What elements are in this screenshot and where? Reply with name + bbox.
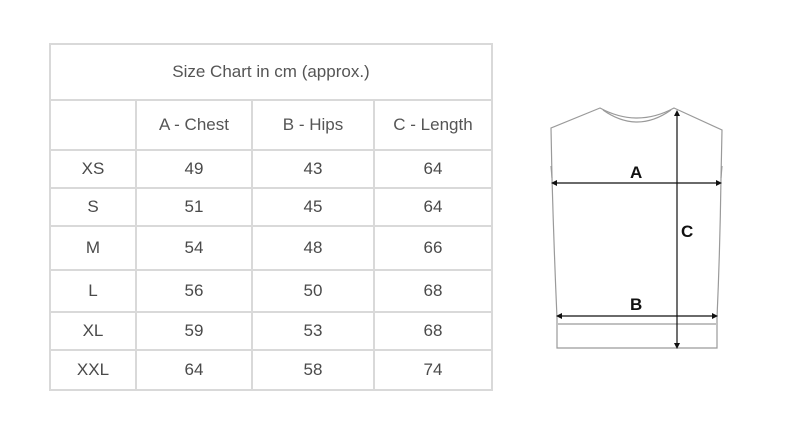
chest-value: 59 <box>135 311 253 351</box>
header-size <box>49 99 137 151</box>
table-row: S 51 45 64 <box>49 187 493 227</box>
table-row: XS 49 43 64 <box>49 149 493 189</box>
size-label: XS <box>49 149 137 189</box>
size-label: L <box>49 269 137 313</box>
hips-value: 50 <box>251 269 375 313</box>
length-value: 64 <box>373 187 493 227</box>
header-length: C - Length <box>373 99 493 151</box>
table-row: L 56 50 68 <box>49 269 493 313</box>
size-label: XL <box>49 311 137 351</box>
garment-neckline <box>602 109 672 123</box>
header-chest: A - Chest <box>135 99 253 151</box>
header-hips: B - Hips <box>251 99 375 151</box>
hips-value: 45 <box>251 187 375 227</box>
label-c: C <box>681 222 693 241</box>
size-label: XXL <box>49 349 137 391</box>
size-label: S <box>49 187 137 227</box>
table-row: XL 59 53 68 <box>49 311 493 351</box>
length-value: 68 <box>373 269 493 313</box>
hips-value: 48 <box>251 225 375 271</box>
hips-value: 58 <box>251 349 375 391</box>
chest-value: 54 <box>135 225 253 271</box>
size-chart-table: Size Chart in cm (approx.) A - Chest B -… <box>49 43 493 391</box>
chest-value: 49 <box>135 149 253 189</box>
table-row: XXL 64 58 74 <box>49 349 493 391</box>
hips-value: 53 <box>251 311 375 351</box>
chest-value: 51 <box>135 187 253 227</box>
label-b: B <box>630 295 642 314</box>
chest-value: 56 <box>135 269 253 313</box>
table-title: Size Chart in cm (approx.) <box>49 43 493 101</box>
table-row: M 54 48 66 <box>49 225 493 271</box>
size-label: M <box>49 225 137 271</box>
garment-measurement-diagram: A B C <box>550 107 723 349</box>
label-a: A <box>630 163 642 182</box>
header-row: A - Chest B - Hips C - Length <box>49 99 493 151</box>
length-value: 64 <box>373 149 493 189</box>
length-value: 68 <box>373 311 493 351</box>
chest-value: 64 <box>135 349 253 391</box>
hips-value: 43 <box>251 149 375 189</box>
length-value: 66 <box>373 225 493 271</box>
length-value: 74 <box>373 349 493 391</box>
